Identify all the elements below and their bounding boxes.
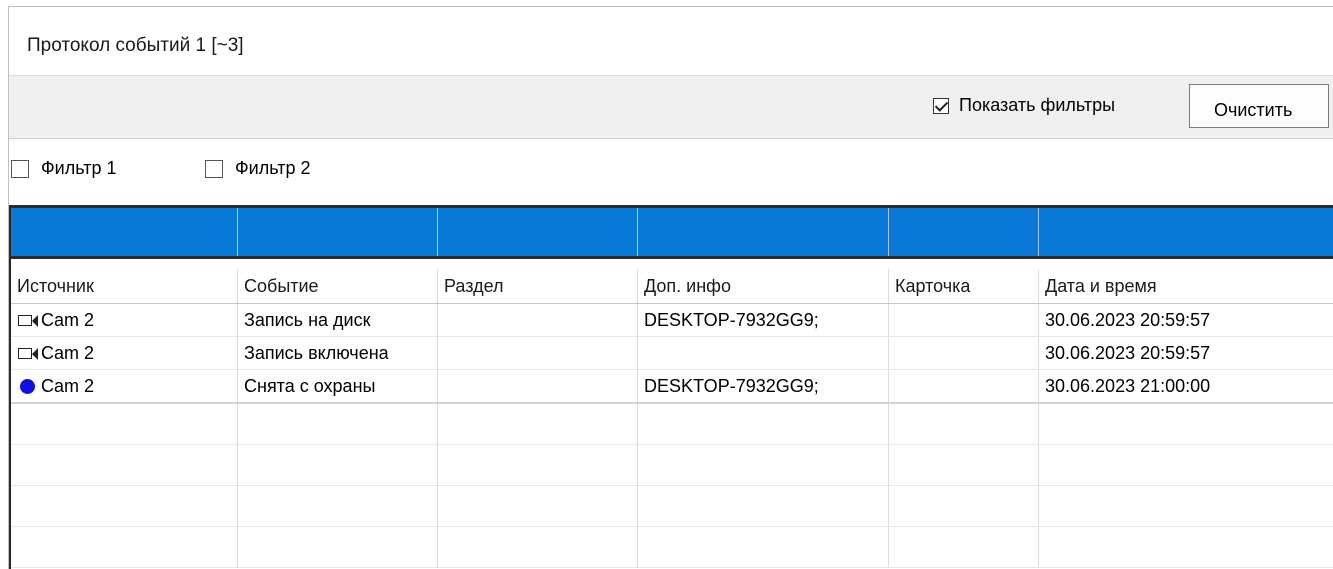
event-cell: Снята с охраны — [238, 370, 438, 402]
event-log-window: Протокол событий 1 [~3] Показать фильтры… — [8, 6, 1333, 569]
filter-cell-datetime[interactable] — [1039, 208, 1333, 256]
filter-cell-card[interactable] — [889, 208, 1039, 256]
show-filters-toggle[interactable]: Показать фильтры — [933, 95, 1115, 116]
events-grid: Источник Событие Раздел Доп. инфо Карточ… — [9, 205, 1333, 569]
table-header: Источник Событие Раздел Доп. инфо Карточ… — [11, 269, 1333, 304]
filter-cell-info[interactable] — [638, 208, 889, 256]
section-cell — [438, 304, 638, 336]
filter-2-checkbox[interactable] — [205, 159, 223, 178]
window-title: Протокол событий 1 [~3] — [27, 35, 244, 56]
source-name: Cam 2 — [41, 375, 95, 396]
info-cell — [638, 337, 889, 369]
empty-row — [11, 404, 1333, 445]
column-header-event[interactable]: Событие — [238, 269, 438, 303]
filter-1-checkbox[interactable] — [11, 159, 29, 178]
column-filter-band — [11, 208, 1333, 259]
show-filters-checkbox[interactable] — [933, 97, 949, 114]
events-table: Источник Событие Раздел Доп. инфо Карточ… — [11, 259, 1333, 569]
filter-cell-event[interactable] — [238, 208, 438, 256]
card-cell — [889, 304, 1039, 336]
source-name: Cam 2 — [41, 309, 95, 330]
source-cell: Cam 2 — [11, 337, 238, 369]
filters-row: Фильтр 1 Фильтр 2 — [9, 139, 1333, 205]
empty-row — [11, 445, 1333, 486]
column-header-datetime[interactable]: Дата и время — [1039, 269, 1333, 303]
column-header-info[interactable]: Доп. инфо — [638, 269, 889, 303]
title-bar: Протокол событий 1 [~3] — [9, 7, 1333, 76]
filter-cell-source[interactable] — [11, 208, 238, 256]
table-row[interactable]: Cam 2 Запись включена 30.06.2023 20:59:5… — [11, 337, 1333, 370]
source-cell: Cam 2 — [11, 370, 238, 402]
blue-dot-icon — [20, 378, 35, 394]
filter-1-toggle[interactable]: Фильтр 1 — [11, 158, 116, 179]
column-header-card[interactable]: Карточка — [889, 269, 1039, 303]
source-cell: Cam 2 — [11, 304, 238, 336]
filter-2-label: Фильтр 2 — [235, 158, 311, 178]
column-header-section[interactable]: Раздел — [438, 269, 638, 303]
empty-row — [11, 486, 1333, 527]
datetime-cell: 30.06.2023 20:59:57 — [1039, 337, 1333, 369]
show-filters-label: Показать фильтры — [959, 95, 1116, 115]
source-name: Cam 2 — [41, 342, 95, 363]
datetime-cell: 30.06.2023 20:59:57 — [1039, 304, 1333, 336]
toolbar: Показать фильтры Очистить — [9, 76, 1333, 139]
event-cell: Запись включена — [238, 337, 438, 369]
datetime-cell: 30.06.2023 21:00:00 — [1039, 370, 1333, 402]
info-cell: DESKTOP-7932GG9; — [638, 370, 889, 402]
camera-icon — [17, 346, 39, 360]
info-cell: DESKTOP-7932GG9; — [638, 304, 889, 336]
empty-row — [11, 527, 1333, 568]
table-row[interactable]: Cam 2 Запись на диск DESKTOP-7932GG9; 30… — [11, 304, 1333, 337]
section-cell — [438, 370, 638, 402]
section-cell — [438, 337, 638, 369]
card-cell — [889, 337, 1039, 369]
column-header-source[interactable]: Источник — [11, 269, 238, 303]
event-cell: Запись на диск — [238, 304, 438, 336]
filter-2-toggle[interactable]: Фильтр 2 — [205, 158, 310, 179]
filter-cell-section[interactable] — [438, 208, 638, 256]
card-cell — [889, 370, 1039, 402]
filter-1-label: Фильтр 1 — [41, 158, 117, 178]
table-row[interactable]: Cam 2 Снята с охраны DESKTOP-7932GG9; 30… — [11, 370, 1333, 404]
clear-button[interactable]: Очистить — [1189, 84, 1329, 128]
camera-icon — [17, 313, 39, 327]
